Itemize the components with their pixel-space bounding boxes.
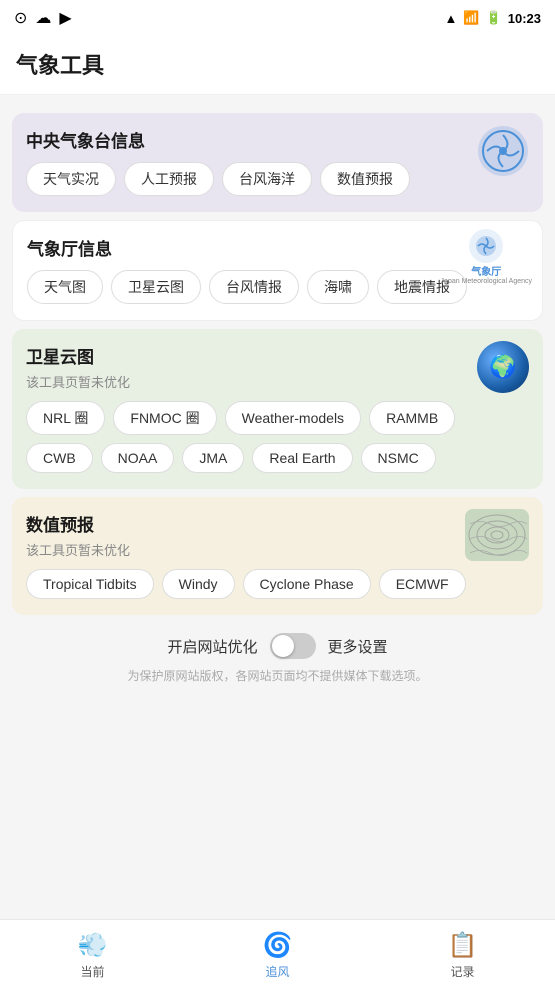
android-icon: ⊙ [14,8,27,28]
nav-records[interactable]: 📋 记录 [370,931,555,980]
jma-logo-text: 气象厅 [471,263,501,278]
satellite-btn-8[interactable]: NSMC [361,443,436,473]
jma-btn-0[interactable]: 天气图 [27,270,103,304]
nav-typhoon-label: 追风 [265,963,289,980]
optimization-toggle[interactable] [270,633,316,659]
nav-records-label: 记录 [450,963,474,980]
cma-btn-0[interactable]: 天气实况 [26,162,116,196]
cma-btn-1[interactable]: 人工预报 [124,162,214,196]
numerical-logo [465,509,529,561]
numerical-subtitle: 该工具页暂未优化 [26,540,529,559]
numerical-btn-row: Tropical Tidbits Windy Cyclone Phase ECM… [26,569,529,599]
status-bar-right: ▲ 📶 🔋 10:23 [445,10,542,26]
numerical-btn-1[interactable]: Windy [162,569,235,599]
nav-current[interactable]: 💨 当前 [0,931,185,980]
jma-logo-sub: Japan Meteorological Agency [441,278,532,285]
jma-btn-2[interactable]: 台风情报 [209,270,299,304]
page-title: 气象工具 [16,48,539,80]
jma-section: 气象厅 Japan Meteorological Agency 气象厅信息 天气… [12,220,543,321]
bottom-nav: 💨 当前 🌀 追风 📋 记录 [0,919,555,991]
wind-icon: 💨 [78,931,108,960]
numerical-title: 数值预报 [26,511,529,536]
cloud-icon: ☁ [35,8,51,28]
satellite-btn-5[interactable]: NOAA [101,443,175,473]
jma-btn-3[interactable]: 海啸 [307,270,369,304]
satellite-section: 🌍 卫星云图 该工具页暂未优化 NRL 圈 FNMOC 圈 Weather-mo… [12,329,543,489]
nav-typhoon[interactable]: 🌀 追风 [185,931,370,980]
typhoon-icon: 🌀 [263,931,293,960]
satellite-btn-row: NRL 圈 FNMOC 圈 Weather-models RAMMB CWB N… [26,401,529,473]
cma-section: 中央气象台信息 天气实况 人工预报 台风海洋 数值预报 [12,113,543,212]
cma-title: 中央气象台信息 [26,127,529,152]
satellite-btn-2[interactable]: Weather-models [225,401,361,435]
satellite-btn-4[interactable]: CWB [26,443,93,473]
time-display: 10:23 [508,11,541,26]
app-icon: ▶ [59,8,71,28]
cma-btn-3[interactable]: 数值预报 [320,162,410,196]
satellite-btn-1[interactable]: FNMOC 圈 [113,401,216,435]
jma-btn-1[interactable]: 卫星云图 [111,270,201,304]
app-title-bar: 气象工具 [0,36,555,95]
satellite-btn-3[interactable]: RAMMB [369,401,455,435]
nav-current-label: 当前 [80,963,104,980]
numerical-btn-3[interactable]: ECMWF [379,569,466,599]
status-bar: ⊙ ☁ ▶ ▲ 📶 🔋 10:23 [0,0,555,36]
cma-btn-row: 天气实况 人工预报 台风海洋 数值预报 [26,162,529,196]
numerical-btn-2[interactable]: Cyclone Phase [243,569,371,599]
satellite-btn-6[interactable]: JMA [182,443,244,473]
main-content: 中央气象台信息 天气实况 人工预报 台风海洋 数值预报 气象厅 Japan Me… [0,95,555,771]
cma-logo [477,125,529,177]
satellite-title: 卫星云图 [26,343,529,368]
satellite-subtitle: 该工具页暂未优化 [26,372,529,391]
numerical-btn-0[interactable]: Tropical Tidbits [26,569,154,599]
satellite-logo: 🌍 [477,341,529,393]
jma-logo: 气象厅 Japan Meteorological Agency [441,231,532,283]
toggle-row: 开启网站优化 更多设置 [0,633,555,659]
satellite-btn-0[interactable]: NRL 圈 [26,401,105,435]
battery-icon: 🔋 [486,10,502,26]
satellite-btn-7[interactable]: Real Earth [252,443,352,473]
notes-icon: 📋 [448,931,478,960]
wifi-icon: ▲ [445,11,458,26]
more-settings-link[interactable]: 更多设置 [328,636,388,657]
signal-icon: 📶 [463,10,479,26]
status-bar-left: ⊙ ☁ ▶ [14,8,72,28]
copyright-text: 为保护原网站版权，各网站页面均不提供媒体下载选项。 [20,667,535,685]
cma-btn-2[interactable]: 台风海洋 [222,162,312,196]
toggle-label: 开启网站优化 [167,636,257,657]
numerical-section: 数值预报 该工具页暂未优化 Tropical Tidbits Windy Cyc… [12,497,543,615]
